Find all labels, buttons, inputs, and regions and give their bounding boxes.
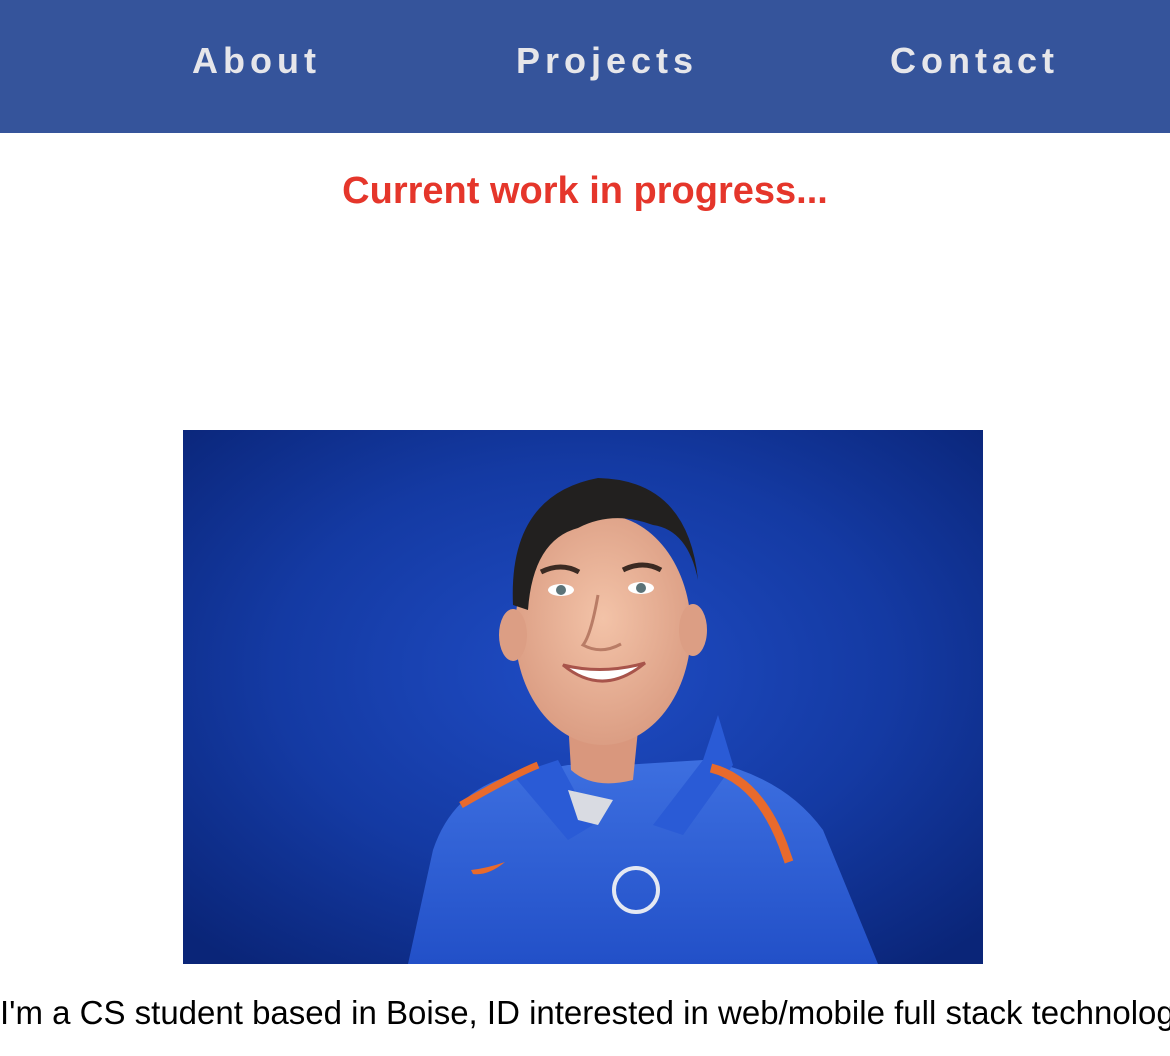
profile-photo [183, 430, 983, 964]
bio-text: I'm a CS student based in Boise, ID inte… [0, 994, 1170, 1031]
nav-link-contact[interactable]: Contact [890, 40, 1059, 82]
nav-link-projects[interactable]: Projects [516, 40, 698, 82]
work-in-progress-heading: Current work in progress... [342, 170, 828, 212]
nav-link-about[interactable]: About [192, 40, 321, 82]
top-navbar: About Projects Contact [0, 0, 1170, 133]
